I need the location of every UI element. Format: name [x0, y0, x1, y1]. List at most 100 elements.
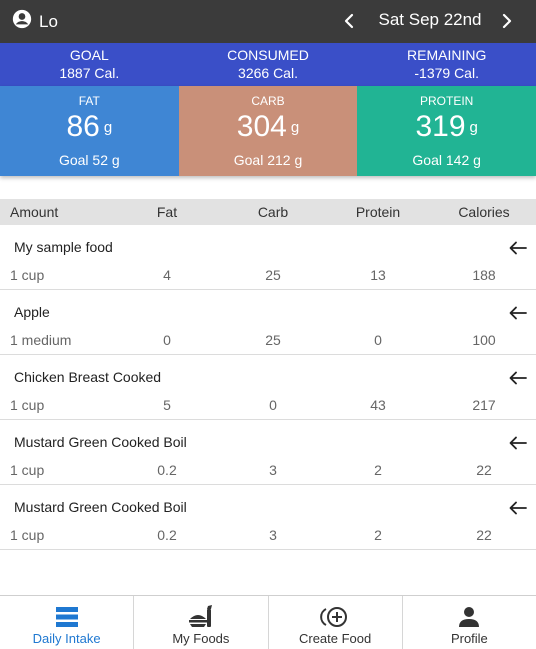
food-fat: 5 — [163, 397, 171, 413]
food-calories: 22 — [476, 462, 492, 478]
user-name: Lo — [39, 11, 58, 31]
tab-label: Create Food — [298, 631, 372, 646]
goal-summary: GOAL 1887 Cal. — [0, 43, 179, 86]
carb-card: CARB 304 g Goal 212 g — [178, 86, 358, 176]
protein-goal: Goal 142 g — [412, 152, 481, 168]
protein-label: PROTEIN — [420, 94, 474, 108]
food-name: Mustard Green Cooked Boil — [14, 499, 187, 515]
food-values: 1 cup 0.2 3 2 22 — [0, 527, 536, 545]
food-carb: 25 — [265, 267, 281, 283]
header-amount: Amount — [10, 204, 59, 220]
consumed-summary: CONSUMED 3266 Cal. — [179, 43, 358, 86]
add-circle-icon — [269, 604, 402, 630]
food-amount: 1 cup — [10, 527, 45, 543]
food-protein: 2 — [374, 462, 382, 478]
food-row[interactable]: Apple 1 medium 0 25 0 100 — [0, 290, 536, 355]
carb-unit: g — [290, 119, 300, 136]
row-action-button[interactable] — [507, 239, 529, 257]
fat-card: FAT 86 g Goal 52 g — [0, 86, 179, 176]
row-action-button[interactable] — [507, 434, 529, 452]
food-name: My sample food — [14, 239, 113, 255]
tab-label: Daily Intake — [32, 631, 101, 646]
arrow-left-icon — [509, 241, 527, 255]
food-amount: 1 medium — [10, 332, 72, 348]
previous-day-button[interactable] — [338, 10, 360, 32]
food-carb: 0 — [269, 397, 277, 413]
current-date[interactable]: Sat Sep 22nd — [374, 10, 486, 30]
macro-panel: FAT 86 g Goal 52 g CARB 304 g Goal 212 g P… — [0, 86, 536, 176]
food-protein: 13 — [370, 267, 386, 283]
food-row[interactable]: My sample food 1 cup 4 25 13 188 — [0, 225, 536, 290]
goal-value: 1887 Cal. — [59, 65, 120, 81]
header-carb: Carb — [257, 204, 289, 220]
row-action-button[interactable] — [507, 499, 529, 517]
protein-unit: g — [469, 119, 478, 136]
food-calories: 22 — [476, 527, 492, 543]
food-protein: 43 — [370, 397, 386, 413]
food-list: My sample food 1 cup 4 25 13 188 Apple 1… — [0, 225, 536, 550]
remaining-summary: REMAINING -1379 Cal. — [357, 43, 536, 86]
person-icon — [403, 604, 536, 630]
food-fat: 0.2 — [157, 462, 177, 478]
tab-profile[interactable]: Profile — [403, 596, 536, 649]
top-bar: Lo Sat Sep 22nd — [0, 0, 536, 43]
account-icon — [12, 9, 32, 34]
food-row[interactable]: Mustard Green Cooked Boil 1 cup 0.2 3 2 … — [0, 485, 536, 550]
food-fat: 0 — [163, 332, 171, 348]
food-carb: 3 — [269, 462, 277, 478]
food-amount: 1 cup — [10, 267, 45, 283]
fat-value: 86 — [66, 110, 100, 143]
tab-create-food[interactable]: Create Food — [269, 596, 403, 649]
menu-list-icon — [0, 604, 133, 630]
food-values: 1 medium 0 25 0 100 — [0, 332, 536, 350]
food-amount: 1 cup — [10, 397, 45, 413]
fat-value-line: 86 g — [0, 110, 179, 144]
remaining-label: REMAINING — [407, 47, 487, 63]
food-table-header: Amount Fat Carb Protein Calories — [0, 199, 536, 225]
food-calories: 100 — [472, 332, 496, 348]
food-values: 1 cup 0.2 3 2 22 — [0, 462, 536, 480]
arrow-left-icon — [509, 306, 527, 320]
food-carb: 25 — [265, 332, 281, 348]
food-fat: 4 — [163, 267, 171, 283]
tab-label: Profile — [450, 631, 488, 646]
protein-card: PROTEIN 319 g Goal 142 g — [357, 86, 536, 176]
consumed-label: CONSUMED — [227, 47, 309, 63]
protein-value-line: 319 g — [357, 110, 536, 144]
food-fat: 0.2 — [157, 527, 177, 543]
fat-unit: g — [103, 119, 113, 136]
food-protein: 0 — [374, 332, 382, 348]
arrow-left-icon — [509, 501, 527, 515]
food-amount: 1 cup — [10, 462, 45, 478]
consumed-value: 3266 Cal. — [238, 65, 298, 81]
food-calories: 188 — [472, 267, 496, 283]
protein-value: 319 — [415, 110, 466, 143]
food-name: Chicken Breast Cooked — [14, 369, 162, 385]
food-carb: 3 — [269, 527, 277, 543]
header-calories: Calories — [458, 204, 510, 220]
food-name: Apple — [14, 304, 50, 320]
arrow-left-icon — [509, 371, 527, 385]
tab-daily-intake[interactable]: Daily Intake — [0, 596, 135, 649]
header-fat: Fat — [156, 204, 178, 220]
food-row[interactable]: Chicken Breast Cooked 1 cup 5 0 43 217 — [0, 355, 536, 420]
user-menu[interactable]: Lo — [12, 9, 58, 34]
tab-my-foods[interactable]: My Foods — [134, 596, 269, 649]
goal-label: GOAL — [69, 47, 109, 63]
food-values: 1 cup 5 0 43 217 — [0, 397, 536, 415]
carb-value-line: 304 g — [179, 110, 358, 144]
next-day-button[interactable] — [496, 10, 518, 32]
row-action-button[interactable] — [507, 369, 529, 387]
fat-label: FAT — [78, 94, 100, 108]
food-icon — [134, 604, 267, 630]
food-row[interactable]: Mustard Green Cooked Boil 1 cup 0.2 3 2 … — [0, 420, 536, 485]
chevron-left-icon — [344, 13, 354, 29]
row-action-button[interactable] — [507, 304, 529, 322]
food-protein: 2 — [374, 527, 382, 543]
fat-goal: Goal 52 g — [58, 152, 120, 168]
carb-value: 304 — [236, 110, 287, 143]
food-values: 1 cup 4 25 13 188 — [0, 267, 536, 285]
food-name: Mustard Green Cooked Boil — [14, 434, 187, 450]
arrow-left-icon — [509, 436, 527, 450]
calorie-summary: GOAL 1887 Cal. CONSUMED 3266 Cal. REMAIN… — [0, 43, 536, 86]
